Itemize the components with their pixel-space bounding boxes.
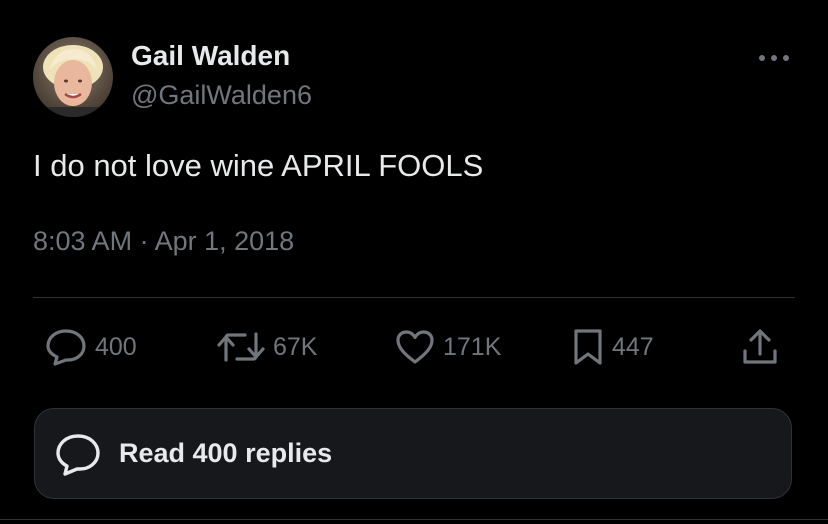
retweet-button[interactable]: 67K	[217, 326, 317, 368]
bottom-divider	[0, 519, 828, 520]
tweet-timestamp[interactable]: 8:03 AM · Apr 1, 2018	[33, 226, 294, 257]
retweet-count: 67K	[273, 332, 318, 361]
author-avatar[interactable]	[33, 37, 113, 117]
like-count: 171K	[443, 332, 502, 361]
heart-icon	[396, 330, 434, 364]
retweet-icon	[217, 332, 265, 362]
read-replies-button[interactable]: Read 400 replies	[34, 408, 792, 499]
more-options-button[interactable]	[755, 45, 793, 71]
reply-bubble-icon	[56, 433, 100, 476]
reply-bubble-icon-wrap	[53, 432, 103, 476]
read-replies-label: Read 400 replies	[119, 438, 333, 468]
like-button[interactable]: 171K	[395, 326, 501, 368]
reply-count: 400	[95, 332, 137, 361]
profile-photo-icon	[33, 37, 113, 117]
more-horizontal-icon	[759, 55, 789, 61]
reply-button[interactable]: 400	[45, 326, 137, 368]
bookmark-button[interactable]: 447	[572, 326, 654, 368]
share-icon	[743, 329, 777, 364]
share-button[interactable]	[740, 326, 780, 368]
tweet-detail: Gail Walden @GailWalden6 I do not love w…	[0, 0, 828, 524]
reply-icon	[46, 329, 86, 366]
tweet-text: I do not love wine APRIL FOOLS	[33, 148, 484, 183]
author-display-name[interactable]: Gail Walden	[131, 40, 290, 72]
author-handle[interactable]: @GailWalden6	[131, 80, 312, 111]
bookmark-count: 447	[612, 332, 654, 361]
bookmark-icon	[574, 329, 602, 365]
divider	[33, 297, 795, 298]
